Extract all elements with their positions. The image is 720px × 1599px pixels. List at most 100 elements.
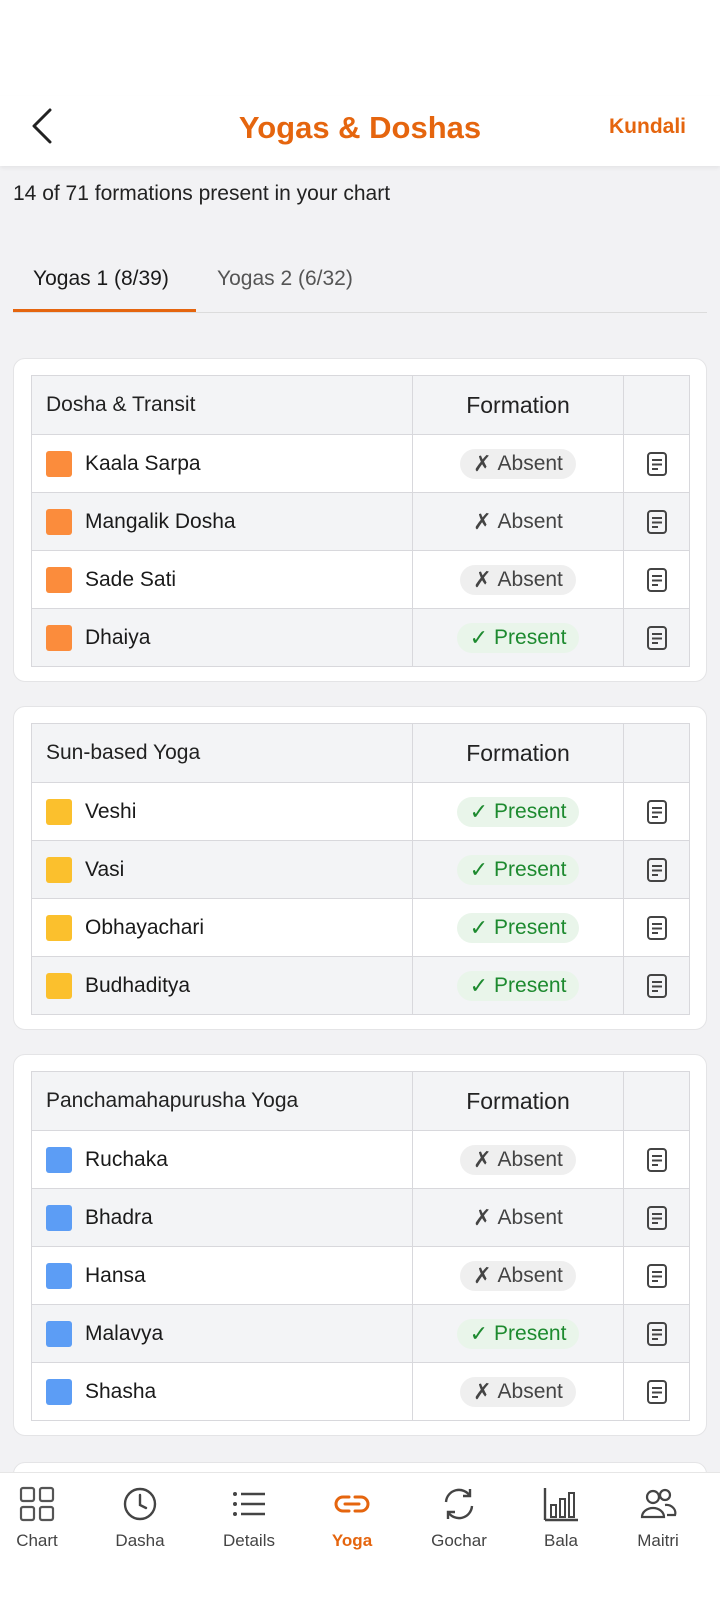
section-card: Panchamahapurusha Yoga Formation Ruchaka ✗ A…	[13, 1054, 707, 1436]
check-icon: ✓	[469, 798, 489, 824]
section-title: Sun-based Yoga	[32, 724, 413, 782]
yoga-name-cell: Mangalik Dosha	[32, 493, 413, 550]
check-icon: ✓	[469, 624, 489, 650]
nav-details[interactable]: Details	[199, 1485, 299, 1551]
formation-cell: ✓ Present	[413, 957, 624, 1014]
table-header-row: Dosha & Transit Formation	[32, 376, 689, 434]
link-icon	[302, 1485, 402, 1523]
kundali-button[interactable]: Kundali	[609, 115, 686, 139]
category-swatch	[46, 566, 72, 593]
cross-icon: ✗	[473, 450, 492, 476]
document-icon	[646, 1379, 667, 1404]
details-button[interactable]	[624, 957, 689, 1014]
cross-icon: ✗	[473, 1378, 492, 1404]
formation-column-header: Formation	[413, 1072, 624, 1130]
formation-cell: ✓ Present	[413, 783, 624, 840]
check-icon: ✓	[469, 972, 489, 998]
category-swatch	[46, 508, 72, 535]
yoga-name: Budhaditya	[85, 973, 191, 997]
category-swatch	[46, 1204, 72, 1231]
table-row[interactable]: Budhaditya ✓ Present	[32, 956, 689, 1014]
category-swatch	[46, 856, 72, 883]
table-row[interactable]: Obhayachari ✓ Present	[32, 898, 689, 956]
status-badge: ✓ Present	[456, 854, 580, 885]
tab-yogas-2[interactable]: Yogas 2 (6/32)	[217, 267, 353, 291]
table-row[interactable]: Sade Sati ✗ Absent	[32, 550, 689, 608]
yoga-name: Mangalik Dosha	[85, 509, 236, 533]
table-row[interactable]: Shasha ✗ Absent	[32, 1362, 689, 1420]
category-swatch	[46, 1378, 72, 1405]
details-button[interactable]	[624, 1247, 689, 1304]
nav-bala[interactable]: Bala	[511, 1485, 611, 1551]
details-button[interactable]	[624, 551, 689, 608]
tab-yogas-1[interactable]: Yogas 1 (8/39)	[33, 267, 169, 291]
table-row[interactable]: Bhadra ✗ Absent	[32, 1188, 689, 1246]
details-button[interactable]	[624, 1363, 689, 1420]
formation-cell: ✗ Absent	[413, 551, 624, 608]
nav-label: Yoga	[331, 1531, 373, 1550]
status-badge: ✗ Absent	[460, 564, 576, 595]
details-button[interactable]	[624, 609, 689, 666]
yoga-name: Obhayachari	[85, 915, 205, 939]
details-button[interactable]	[624, 899, 689, 956]
formation-cell: ✗ Absent	[413, 1247, 624, 1304]
yoga-name: Dhaiya	[85, 625, 151, 649]
document-icon	[646, 1263, 667, 1288]
yoga-name: Kaala Sarpa	[85, 451, 201, 475]
yoga-name-cell: Kaala Sarpa	[32, 435, 413, 492]
clock-icon	[90, 1485, 190, 1523]
details-button[interactable]	[624, 1189, 689, 1246]
empty-header-cell	[624, 1072, 689, 1130]
yoga-name: Veshi	[85, 799, 137, 823]
status-badge: ✓ Present	[456, 796, 580, 827]
yoga-name-cell: Ruchaka	[32, 1131, 413, 1188]
yoga-name-cell: Sade Sati	[32, 551, 413, 608]
status-label: Absent	[497, 568, 563, 591]
yoga-name: Sade Sati	[85, 567, 177, 591]
nav-dasha[interactable]: Dasha	[90, 1485, 190, 1551]
table-row[interactable]: Hansa ✗ Absent	[32, 1246, 689, 1304]
formation-column-header: Formation	[413, 376, 624, 434]
nav-maitri[interactable]: Maitri	[608, 1485, 708, 1551]
check-icon: ✓	[469, 1320, 489, 1346]
cross-icon: ✗	[473, 1262, 492, 1288]
details-button[interactable]	[624, 841, 689, 898]
formation-cell: ✓ Present	[413, 899, 624, 956]
cross-icon: ✗	[473, 508, 492, 534]
bar-chart-icon	[511, 1485, 611, 1523]
empty-header-cell	[624, 724, 689, 782]
yoga-name: Malavya	[85, 1321, 164, 1345]
nav-label: Dasha	[115, 1531, 165, 1550]
status-label: Present	[494, 974, 567, 997]
list-icon	[199, 1485, 299, 1523]
table-row[interactable]: Ruchaka ✗ Absent	[32, 1130, 689, 1188]
nav-label: Chart	[16, 1531, 58, 1550]
check-icon: ✓	[469, 856, 489, 882]
table-header-row: Sun-based Yoga Formation	[32, 724, 689, 782]
formation-cell: ✗ Absent	[413, 1189, 624, 1246]
grid-icon	[0, 1485, 87, 1523]
yoga-name: Shasha	[85, 1379, 157, 1403]
nav-gochar[interactable]: Gochar	[409, 1485, 509, 1551]
formation-summary: 14 of 71 formations present in your char…	[13, 182, 391, 205]
document-icon	[646, 915, 667, 940]
details-button[interactable]	[624, 1131, 689, 1188]
cross-icon: ✗	[473, 566, 492, 592]
details-button[interactable]	[624, 783, 689, 840]
formation-table: Panchamahapurusha Yoga Formation Ruchaka ✗ A…	[31, 1071, 690, 1421]
details-button[interactable]	[624, 435, 689, 492]
nav-yoga[interactable]: Yoga	[302, 1485, 402, 1551]
table-row[interactable]: Malavya ✓ Present	[32, 1304, 689, 1362]
table-row[interactable]: Veshi ✓ Present	[32, 782, 689, 840]
yoga-name: Ruchaka	[85, 1147, 168, 1171]
check-icon: ✓	[469, 914, 489, 940]
table-row[interactable]: Kaala Sarpa ✗ Absent	[32, 434, 689, 492]
formation-table: Dosha & Transit Formation Kaala Sarpa ✗ Abse…	[31, 375, 690, 667]
table-row[interactable]: Mangalik Dosha ✗ Absent	[32, 492, 689, 550]
table-row[interactable]: Dhaiya ✓ Present	[32, 608, 689, 666]
details-button[interactable]	[624, 493, 689, 550]
nav-chart[interactable]: Chart	[0, 1485, 87, 1551]
category-swatch	[46, 798, 72, 825]
table-row[interactable]: Vasi ✓ Present	[32, 840, 689, 898]
details-button[interactable]	[624, 1305, 689, 1362]
